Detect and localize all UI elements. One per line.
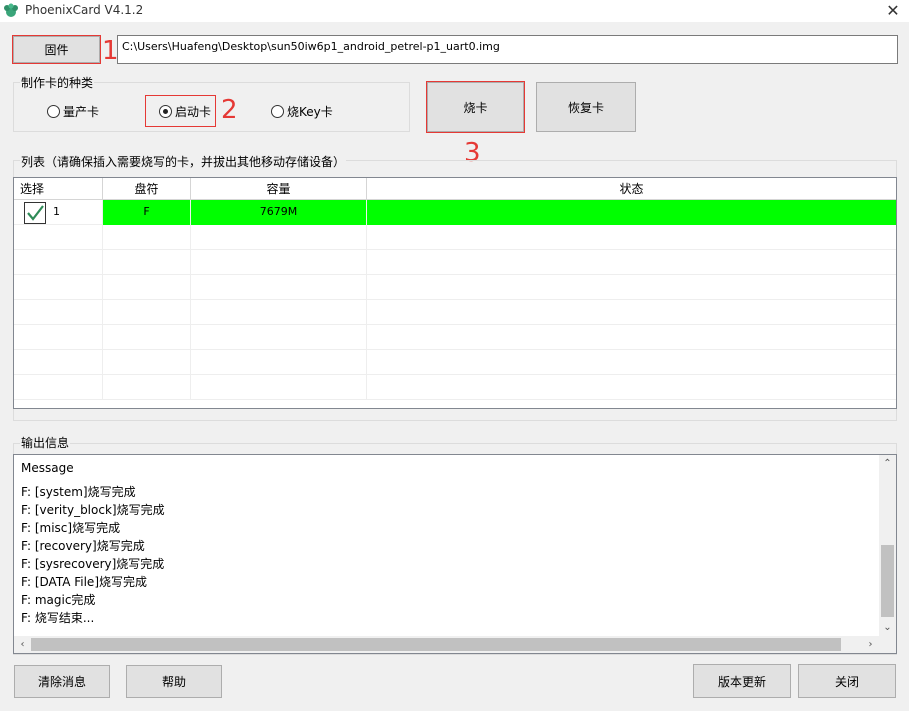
title-bar: PhoenixCard V4.1.2 ✕: [0, 0, 909, 22]
empty-row: [14, 350, 896, 375]
window-title: PhoenixCard V4.1.2: [25, 3, 144, 17]
radio-label: 烧Key卡: [287, 105, 333, 119]
horizontal-scrollbar[interactable]: ‹ ›: [14, 636, 879, 653]
scroll-down-icon[interactable]: ⌄: [879, 619, 896, 636]
drive-cell: F: [103, 200, 191, 225]
empty-row: [14, 325, 896, 350]
radio-dot: [271, 105, 284, 118]
check-icon: [27, 205, 44, 221]
drive-table: 选择 盘符 容量 状态 1 F 7679M: [13, 177, 897, 409]
horizontal-scroll-thumb[interactable]: [31, 638, 841, 651]
scroll-corner: [879, 636, 896, 653]
column-header-drive[interactable]: 盘符: [103, 178, 191, 200]
annotation-number-2: 2: [221, 95, 238, 125]
log-line: Message: [21, 461, 74, 475]
scroll-up-icon[interactable]: ⌃: [879, 455, 896, 472]
table-row[interactable]: 1 F 7679M: [14, 200, 896, 225]
log-line: F: [recovery]烧写完成: [21, 539, 145, 553]
restore-card-button[interactable]: 恢复卡: [536, 82, 636, 132]
drive-letter: F: [143, 205, 150, 218]
log-line: F: magic完成: [21, 593, 96, 607]
radio-label: 启动卡: [175, 105, 212, 119]
vertical-scroll-thumb[interactable]: [881, 545, 894, 617]
close-window-icon[interactable]: ✕: [882, 1, 904, 21]
clear-messages-button[interactable]: 清除消息: [14, 665, 110, 698]
radio-label: 量产卡: [63, 105, 100, 119]
firmware-button[interactable]: 固件: [13, 36, 100, 63]
empty-row: [14, 300, 896, 325]
list-group-label: 列表（请确保插入需要烧写的卡，并拔出其他移动存储设备）: [20, 153, 347, 170]
vertical-scrollbar[interactable]: ⌃ ⌄: [879, 455, 896, 637]
log-line: F: 烧写结束...: [21, 611, 95, 625]
radio-boot-card[interactable]: 启动卡: [159, 103, 211, 120]
burn-card-button[interactable]: 烧卡: [427, 82, 524, 132]
log-line: F: [DATA File]烧写完成: [21, 575, 148, 589]
radio-key-card[interactable]: 烧Key卡: [271, 103, 333, 120]
output-log[interactable]: Message F: [system]烧写完成 F: [verity_block…: [13, 454, 897, 654]
empty-row: [14, 225, 896, 250]
radio-dot-selected: [159, 105, 172, 118]
column-header-select[interactable]: 选择: [14, 178, 103, 200]
main-window: 固件 1 C:\Users\Huafeng\Desktop\sun50iw6p1…: [0, 22, 909, 711]
radio-mass-production-card[interactable]: 量产卡: [47, 103, 99, 120]
phoenix-icon: [4, 3, 18, 17]
radio-dot: [47, 105, 60, 118]
version-update-button[interactable]: 版本更新: [693, 664, 791, 698]
column-header-capacity[interactable]: 容量: [191, 178, 367, 200]
card-type-group-label: 制作卡的种类: [20, 74, 95, 91]
table-header: 选择 盘符 容量 状态: [14, 178, 896, 200]
status-cell: [367, 200, 896, 225]
column-header-status[interactable]: 状态: [367, 178, 896, 200]
row-checkbox[interactable]: [24, 202, 46, 224]
firmware-path-field[interactable]: C:\Users\Huafeng\Desktop\sun50iw6p1_andr…: [117, 35, 898, 64]
capacity-cell: 7679M: [191, 200, 367, 225]
output-group-label: 输出信息: [20, 434, 71, 451]
row-index: 1: [53, 205, 60, 218]
empty-row: [14, 275, 896, 300]
help-button[interactable]: 帮助: [126, 665, 222, 698]
log-line: F: [verity_block]烧写完成: [21, 503, 165, 517]
scroll-left-icon[interactable]: ‹: [14, 636, 31, 653]
log-line: F: [sysrecovery]烧写完成: [21, 557, 165, 571]
scroll-right-icon[interactable]: ›: [862, 636, 879, 653]
log-line: F: [system]烧写完成: [21, 485, 136, 499]
capacity-value: 7679M: [259, 205, 298, 218]
log-line: F: [misc]烧写完成: [21, 521, 121, 535]
select-cell: 1: [14, 200, 103, 225]
empty-row: [14, 250, 896, 275]
empty-row: [14, 375, 896, 400]
close-button[interactable]: 关闭: [798, 664, 896, 698]
